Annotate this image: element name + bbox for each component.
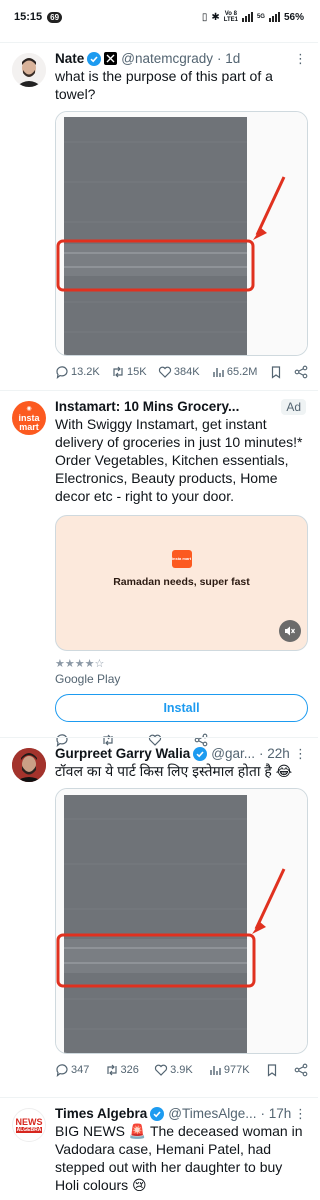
retweet-count: 326: [120, 1064, 139, 1076]
news-logo-top: NEWS: [15, 1116, 43, 1127]
tweet-text: what is the purpose of this part of a to…: [55, 68, 273, 102]
status-bar: 15:15 69 ▯ ✱ Vo 8 LTE1 5G 56%: [0, 0, 318, 34]
tweet-header: Gurpreet Garry Walia @gar... · 22h: [55, 746, 308, 761]
mute-button[interactable]: [279, 620, 301, 642]
network-5g-label: 5G: [256, 14, 265, 20]
timestamp[interactable]: · 17h: [261, 1106, 292, 1121]
tweet-header: Times Algebra @TimesAlge... · 17h: [55, 1106, 308, 1121]
views-button[interactable]: 65.2M: [211, 365, 258, 379]
network-type-label: Vo 8 LTE1: [223, 11, 238, 23]
tweet-header: Nate @natemcgrady · 1d: [55, 51, 308, 66]
news-logo-bottom: ALGEBRA: [15, 1126, 43, 1133]
avatar[interactable]: [12, 748, 46, 782]
handle[interactable]: @gar...: [211, 746, 255, 761]
ad-media-logo: insta mart: [171, 550, 192, 568]
display-name[interactable]: Gurpreet Garry Walia: [55, 746, 190, 761]
like-button[interactable]: 384K: [158, 365, 200, 379]
share-button[interactable]: [294, 1063, 308, 1077]
timestamp[interactable]: · 1d: [217, 51, 240, 66]
install-button[interactable]: Install: [55, 694, 308, 722]
bookmark-icon: [271, 366, 280, 379]
heart-icon: [158, 366, 171, 378]
bookmark-button[interactable]: [269, 365, 283, 379]
bluetooth-icon: ✱: [211, 11, 220, 23]
towel-image[interactable]: [55, 788, 308, 1054]
reply-count: 347: [71, 1064, 90, 1076]
display-name[interactable]: Times Algebra: [55, 1106, 147, 1121]
reply-button[interactable]: 13.2K: [55, 365, 100, 379]
bookmark-button[interactable]: [265, 1063, 279, 1077]
bookmark-icon: [267, 1064, 276, 1077]
share-button[interactable]: [294, 365, 308, 379]
store-name: Google Play: [55, 672, 121, 686]
retweet-button[interactable]: 326: [105, 1063, 139, 1077]
heart-icon: [154, 1064, 168, 1076]
views-count: 65.2M: [226, 366, 258, 378]
like-count: 384K: [173, 366, 200, 378]
display-name[interactable]: Nate: [55, 51, 84, 66]
more-options-icon[interactable]: ⋮: [294, 746, 308, 762]
tweet-text: With Swiggy Instamart, get instant deliv…: [55, 416, 303, 504]
vibrate-icon: ▯: [201, 11, 208, 23]
battery-level: 56%: [283, 11, 304, 23]
views-button[interactable]: 977K: [208, 1063, 250, 1077]
tweet-text: टॉवल का ये पार्ट किस लिए इस्तेमाल होता ह…: [55, 763, 293, 779]
display-name[interactable]: Instamart: 10 Mins Grocery...: [55, 399, 239, 414]
share-icon: [294, 1063, 308, 1077]
retweet-icon: [106, 1064, 117, 1076]
more-options-icon[interactable]: ⋮: [294, 51, 308, 67]
notification-count-badge: 69: [47, 11, 63, 23]
views-icon: [213, 368, 224, 377]
timestamp[interactable]: · 22h: [259, 746, 290, 761]
tweet-text: BIG NEWS 🚨 The deceased woman in Vadodar…: [55, 1123, 303, 1193]
instamart-logo-text: insta mart: [18, 412, 40, 432]
reply-button[interactable]: 347: [55, 1063, 89, 1077]
reply-count: 13.2K: [71, 366, 100, 378]
retweet-icon: [113, 366, 123, 378]
reply-icon: [56, 1064, 68, 1077]
verified-badge-icon: [87, 51, 102, 66]
x-affiliate-icon: [104, 52, 118, 65]
reply-icon: [56, 366, 68, 379]
views-count: 977K: [223, 1064, 250, 1076]
mute-icon: [285, 626, 295, 636]
retweet-count: 15K: [127, 366, 147, 378]
towel-image[interactable]: [55, 111, 308, 356]
share-icon: [294, 365, 308, 379]
instamart-logo[interactable]: ◉ insta mart: [12, 401, 46, 435]
handle[interactable]: @TimesAlge...: [168, 1106, 256, 1121]
ad-media[interactable]: insta mart Ramadan needs, super fast: [55, 515, 308, 651]
ad-badge: Ad: [281, 399, 306, 415]
ad-media-headline: Ramadan needs, super fast: [113, 576, 250, 588]
tweet-actions: 347 326 3.9K 977K: [55, 1060, 308, 1080]
views-icon: [210, 1066, 221, 1075]
more-options-icon[interactable]: ⋮: [294, 1106, 308, 1122]
promoted-tweet-instamart[interactable]: ◉ insta mart Instamart: 10 Mins Grocery.…: [0, 390, 318, 747]
tweet-times-algebra[interactable]: NEWS ALGEBRA Times Algebra @TimesAlge...…: [0, 1097, 318, 1200]
towel-photo: [56, 789, 307, 1053]
tweet-nate[interactable]: Nate @natemcgrady · 1d ⋮ what is the pur…: [0, 42, 318, 398]
rating-stars: ★★★★☆: [55, 658, 105, 670]
verified-badge-icon: [193, 746, 208, 761]
avatar[interactable]: NEWS ALGEBRA: [12, 1108, 46, 1142]
signal-icon: [241, 12, 253, 22]
handle[interactable]: @natemcgrady: [121, 51, 213, 66]
tweet-actions: 13.2K 15K 384K 65.2M: [55, 362, 308, 382]
towel-photo: [56, 112, 307, 355]
tweet-gurpreet[interactable]: Gurpreet Garry Walia @gar... · 22h ⋮ टॉव…: [0, 737, 318, 1093]
like-button[interactable]: 3.9K: [154, 1063, 193, 1077]
avatar-portrait-icon: [12, 748, 46, 782]
like-count: 3.9K: [170, 1064, 193, 1076]
clock: 15:15: [14, 11, 43, 23]
verified-badge-icon: [150, 1106, 165, 1121]
signal-icon-2: [268, 12, 280, 22]
tweet-header: Instamart: 10 Mins Grocery...: [55, 399, 308, 414]
avatar[interactable]: [12, 53, 46, 87]
avatar-portrait-icon: [12, 53, 46, 87]
retweet-button[interactable]: 15K: [111, 365, 147, 379]
